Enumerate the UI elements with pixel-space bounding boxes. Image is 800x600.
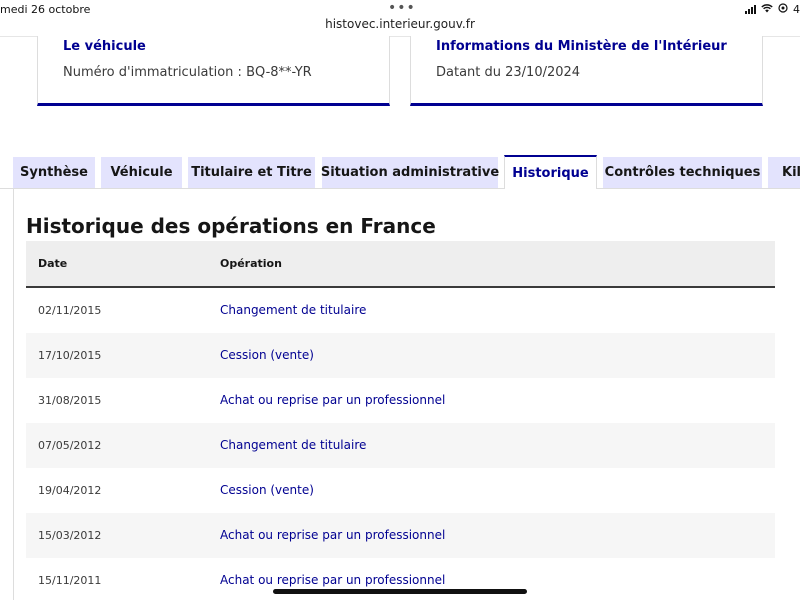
row-date: 17/10/2015 bbox=[38, 349, 102, 362]
status-icons: 4 bbox=[745, 3, 800, 16]
tab-vehicule[interactable]: Véhicule bbox=[101, 157, 182, 188]
tab-historique[interactable]: Historique bbox=[504, 155, 597, 189]
table-row: 17/10/2015 Cession (vente) bbox=[26, 333, 775, 378]
panel-border bbox=[13, 188, 14, 600]
ministry-card-title: Informations du Ministère de l'Intérieur bbox=[436, 39, 727, 54]
row-operation: Achat ou reprise par un professionnel bbox=[220, 528, 446, 542]
table-header: Date Opération bbox=[26, 241, 775, 288]
ministry-card: Informations du Ministère de l'Intérieur… bbox=[410, 36, 763, 106]
row-operation: Cession (vente) bbox=[220, 483, 314, 497]
vehicle-card-title: Le véhicule bbox=[63, 39, 146, 54]
table-row: 15/03/2012 Achat ou reprise par un profe… bbox=[26, 513, 775, 558]
column-header-operation: Opération bbox=[220, 257, 282, 270]
row-date: 15/11/2011 bbox=[38, 574, 102, 587]
data-date: Datant du 23/10/2024 bbox=[436, 65, 581, 80]
tab-synthese[interactable]: Synthèse bbox=[13, 157, 95, 188]
tab-titulaire-titre[interactable]: Titulaire et Titre bbox=[188, 157, 315, 188]
row-operation: Achat ou reprise par un professionnel bbox=[220, 573, 446, 587]
table-row: 07/05/2012 Changement de titulaire bbox=[26, 423, 775, 468]
address-bar-url[interactable]: histovec.interieur.gouv.fr bbox=[0, 17, 800, 31]
history-table: Date Opération 02/11/2015 Changement de … bbox=[26, 241, 775, 600]
row-operation: Achat ou reprise par un professionnel bbox=[220, 393, 446, 407]
tab-situation-administrative[interactable]: Situation administrative bbox=[321, 157, 499, 188]
column-header-date: Date bbox=[38, 257, 68, 270]
page-title: Historique des opérations en France bbox=[26, 214, 436, 238]
row-date: 07/05/2012 bbox=[38, 439, 102, 452]
row-date: 19/04/2012 bbox=[38, 484, 102, 497]
row-date: 15/03/2012 bbox=[38, 529, 102, 542]
table-row: 19/04/2012 Cession (vente) bbox=[26, 468, 775, 513]
row-operation: Cession (vente) bbox=[220, 348, 314, 362]
row-operation: Changement de titulaire bbox=[220, 438, 367, 452]
vehicle-card: Le véhicule Numéro d'immatriculation : B… bbox=[37, 36, 390, 106]
table-row: 02/11/2015 Changement de titulaire bbox=[26, 288, 775, 333]
row-operation: Changement de titulaire bbox=[220, 303, 367, 317]
location-icon bbox=[778, 3, 788, 16]
table-row: 31/08/2015 Achat ou reprise par un profe… bbox=[26, 378, 775, 423]
registration-number: Numéro d'immatriculation : BQ-8**-YR bbox=[63, 65, 312, 80]
tab-bar: Synthèse Véhicule Titulaire et Titre Sit… bbox=[0, 155, 800, 189]
row-date: 31/08/2015 bbox=[38, 394, 102, 407]
wifi-icon bbox=[761, 3, 773, 16]
more-dots-icon[interactable]: ••• bbox=[388, 0, 416, 16]
tab-kilometrage[interactable]: Kilo bbox=[768, 157, 800, 188]
screen: medi 26 octobre ••• 4 histovec.interieur… bbox=[0, 0, 800, 600]
battery-icon: 4 bbox=[793, 3, 800, 16]
row-date: 02/11/2015 bbox=[38, 304, 102, 317]
home-indicator[interactable] bbox=[273, 589, 527, 594]
tab-controles-techniques[interactable]: Contrôles techniques bbox=[603, 157, 762, 188]
signal-icon bbox=[745, 5, 756, 14]
status-date: medi 26 octobre bbox=[0, 3, 91, 16]
